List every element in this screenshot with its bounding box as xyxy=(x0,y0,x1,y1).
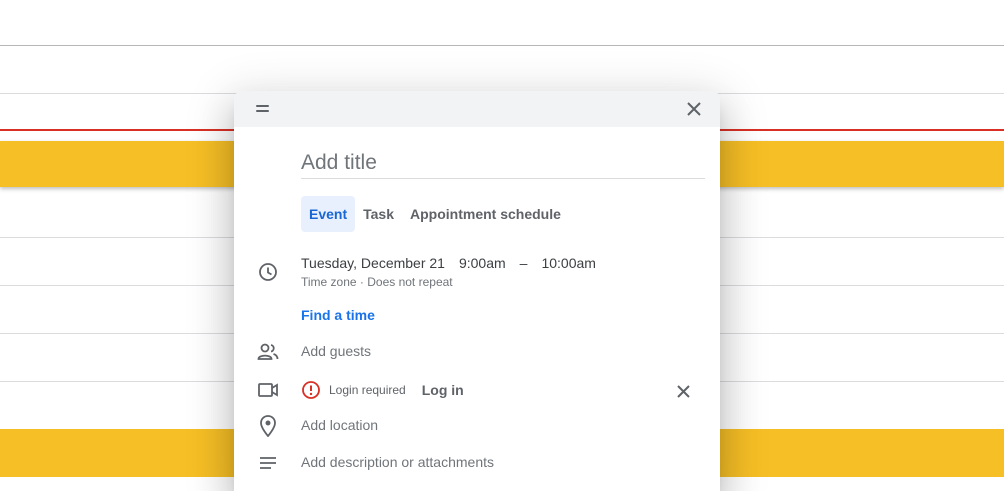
notes-icon xyxy=(256,451,280,475)
add-description-input[interactable]: Add description or attachments xyxy=(301,454,494,470)
add-guests-input[interactable]: Add guests xyxy=(301,343,371,359)
close-icon xyxy=(676,384,690,398)
log-in-button[interactable]: Log in xyxy=(422,382,464,398)
location-pin-icon xyxy=(256,414,280,438)
video-camera-icon xyxy=(256,378,280,402)
clock-icon xyxy=(256,260,280,284)
drag-handle-icon[interactable] xyxy=(256,105,269,112)
close-button[interactable] xyxy=(682,97,706,121)
event-title-input[interactable] xyxy=(301,147,705,179)
login-required-text: Login required xyxy=(329,383,406,397)
alert-circle-icon xyxy=(302,381,320,399)
tab-appointment-schedule[interactable]: Appointment schedule xyxy=(402,196,569,232)
event-end-time[interactable]: 10:00am xyxy=(541,255,595,271)
event-datetime[interactable]: Tuesday, December 21 9:00am –10:00am xyxy=(301,255,596,271)
dialog-header[interactable] xyxy=(234,91,720,127)
event-date[interactable]: Tuesday, December 21 xyxy=(301,255,445,271)
find-a-time-link[interactable]: Find a time xyxy=(301,307,375,323)
event-start-time[interactable]: 9:00am xyxy=(459,255,506,271)
conferencing-row: Login required Log in xyxy=(301,380,464,400)
add-location-input[interactable]: Add location xyxy=(301,417,378,433)
grid-line xyxy=(0,45,1004,46)
tab-task[interactable]: Task xyxy=(355,196,402,232)
time-separator: – xyxy=(519,255,528,271)
close-icon xyxy=(687,102,701,116)
quick-event-dialog: Event Task Appointment schedule Tuesday,… xyxy=(234,91,720,491)
event-type-tabs: Event Task Appointment schedule xyxy=(301,196,569,232)
timezone-recurrence-text[interactable]: Time zone · Does not repeat xyxy=(301,275,453,289)
tab-event[interactable]: Event xyxy=(301,196,356,232)
people-icon xyxy=(256,340,280,364)
remove-conferencing-button[interactable] xyxy=(671,379,695,403)
